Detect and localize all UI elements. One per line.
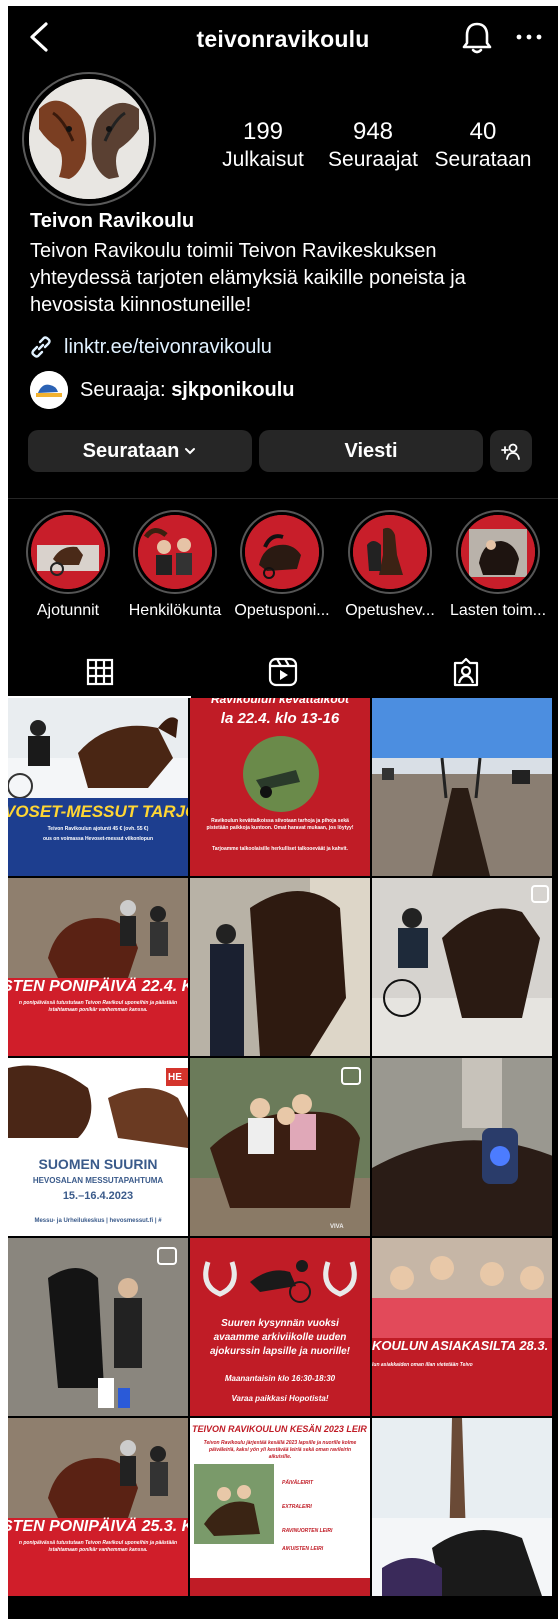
follower-avatar xyxy=(30,371,68,409)
post-tile[interactable]: TEIVON RAVIKOULUN KESÄN 2023 LEIR Teivon… xyxy=(190,1418,370,1596)
link-text: linktr.ee/teivonravikoulu xyxy=(64,335,272,358)
highlight-lasten-toiminta[interactable]: Lasten toim... xyxy=(450,510,546,619)
highlight-henkilokunta[interactable]: Henkilökunta xyxy=(129,510,221,619)
avatar[interactable] xyxy=(29,79,149,199)
tab-tagged[interactable] xyxy=(374,646,557,698)
post-tile[interactable]: STEN PONIPÄIVÄ 25.3. KLO n ponipäivässä … xyxy=(8,1418,188,1596)
tagged-person-icon xyxy=(453,657,478,687)
grid-icon xyxy=(86,658,113,686)
post-tile[interactable] xyxy=(372,1418,552,1596)
following-button[interactable]: Seurataan xyxy=(28,430,252,472)
followed-by-user: sjkponikoulu xyxy=(171,378,295,401)
top-bar: teivonravikoulu xyxy=(8,6,558,70)
post-tile[interactable]: Ravikoulun kevättalkoot la 22.4. klo 13-… xyxy=(190,698,370,876)
post-tile[interactable]: VOSET-MESSUT TARJO Teivon Ravikoulun ajo… xyxy=(8,698,188,876)
message-button[interactable]: Viesti xyxy=(259,430,483,472)
profile-tabs xyxy=(8,646,558,698)
add-person-icon xyxy=(501,443,520,460)
post-tile[interactable]: STEN PONIPÄIVÄ 22.4. KLO n ponipäivässä … xyxy=(8,878,188,1056)
suggest-users-button[interactable] xyxy=(490,430,532,472)
tab-reels[interactable] xyxy=(191,646,374,698)
profile-bio: Teivon Ravikoulu toimii Teivon Ravikesku… xyxy=(30,240,466,316)
tab-posts-grid[interactable] xyxy=(8,646,191,698)
stat-followers[interactable]: 948 Seuraajat xyxy=(323,118,423,188)
highlight-opetushevoset[interactable]: Opetushev... xyxy=(345,510,435,619)
highlight-ajotunnit[interactable]: Ajotunnit xyxy=(23,510,113,619)
link-icon xyxy=(31,336,51,358)
post-tile[interactable] xyxy=(372,1058,552,1236)
reels-icon xyxy=(268,657,297,687)
followed-by[interactable]: Seuraaja: sjkponikoulu xyxy=(30,370,295,410)
post-tile[interactable]: VIVA xyxy=(190,1058,370,1236)
post-tile[interactable]: KOULUN ASIAKASILTA 28.3. lun asiakkaiden… xyxy=(372,1238,552,1416)
post-tile[interactable]: HE SUOMEN SUURIN HEVOSALAN MESSUTAPAHTUM… xyxy=(8,1058,188,1236)
chevron-down-icon xyxy=(185,448,196,455)
post-tile[interactable] xyxy=(372,878,552,1056)
highlight-opetusponit[interactable]: Opetusponi... xyxy=(234,510,330,619)
profile-screen: teivonravikoulu 199 Julkaisut 948 Seuraa… xyxy=(8,6,558,1619)
post-tile[interactable] xyxy=(372,698,552,876)
more-options-icon[interactable] xyxy=(512,22,546,52)
post-tile[interactable] xyxy=(8,1238,188,1416)
post-tile[interactable]: Suuren kysynnän vuoksi avaamme arkiviiko… xyxy=(190,1238,370,1416)
stat-following[interactable]: 40 Seurataan xyxy=(433,118,533,188)
post-tile[interactable] xyxy=(190,878,370,1056)
divider xyxy=(8,498,558,499)
followed-by-label: Seuraaja: xyxy=(80,378,166,401)
profile-link[interactable]: linktr.ee/teivonravikoulu xyxy=(28,332,272,362)
profile-name: Teivon Ravikoulu xyxy=(30,210,195,232)
profile-stats: 199 Julkaisut 948 Seuraajat 40 Seurataan xyxy=(213,118,533,188)
stat-posts[interactable]: 199 Julkaisut xyxy=(213,118,313,188)
notification-bell-icon[interactable] xyxy=(460,20,494,56)
